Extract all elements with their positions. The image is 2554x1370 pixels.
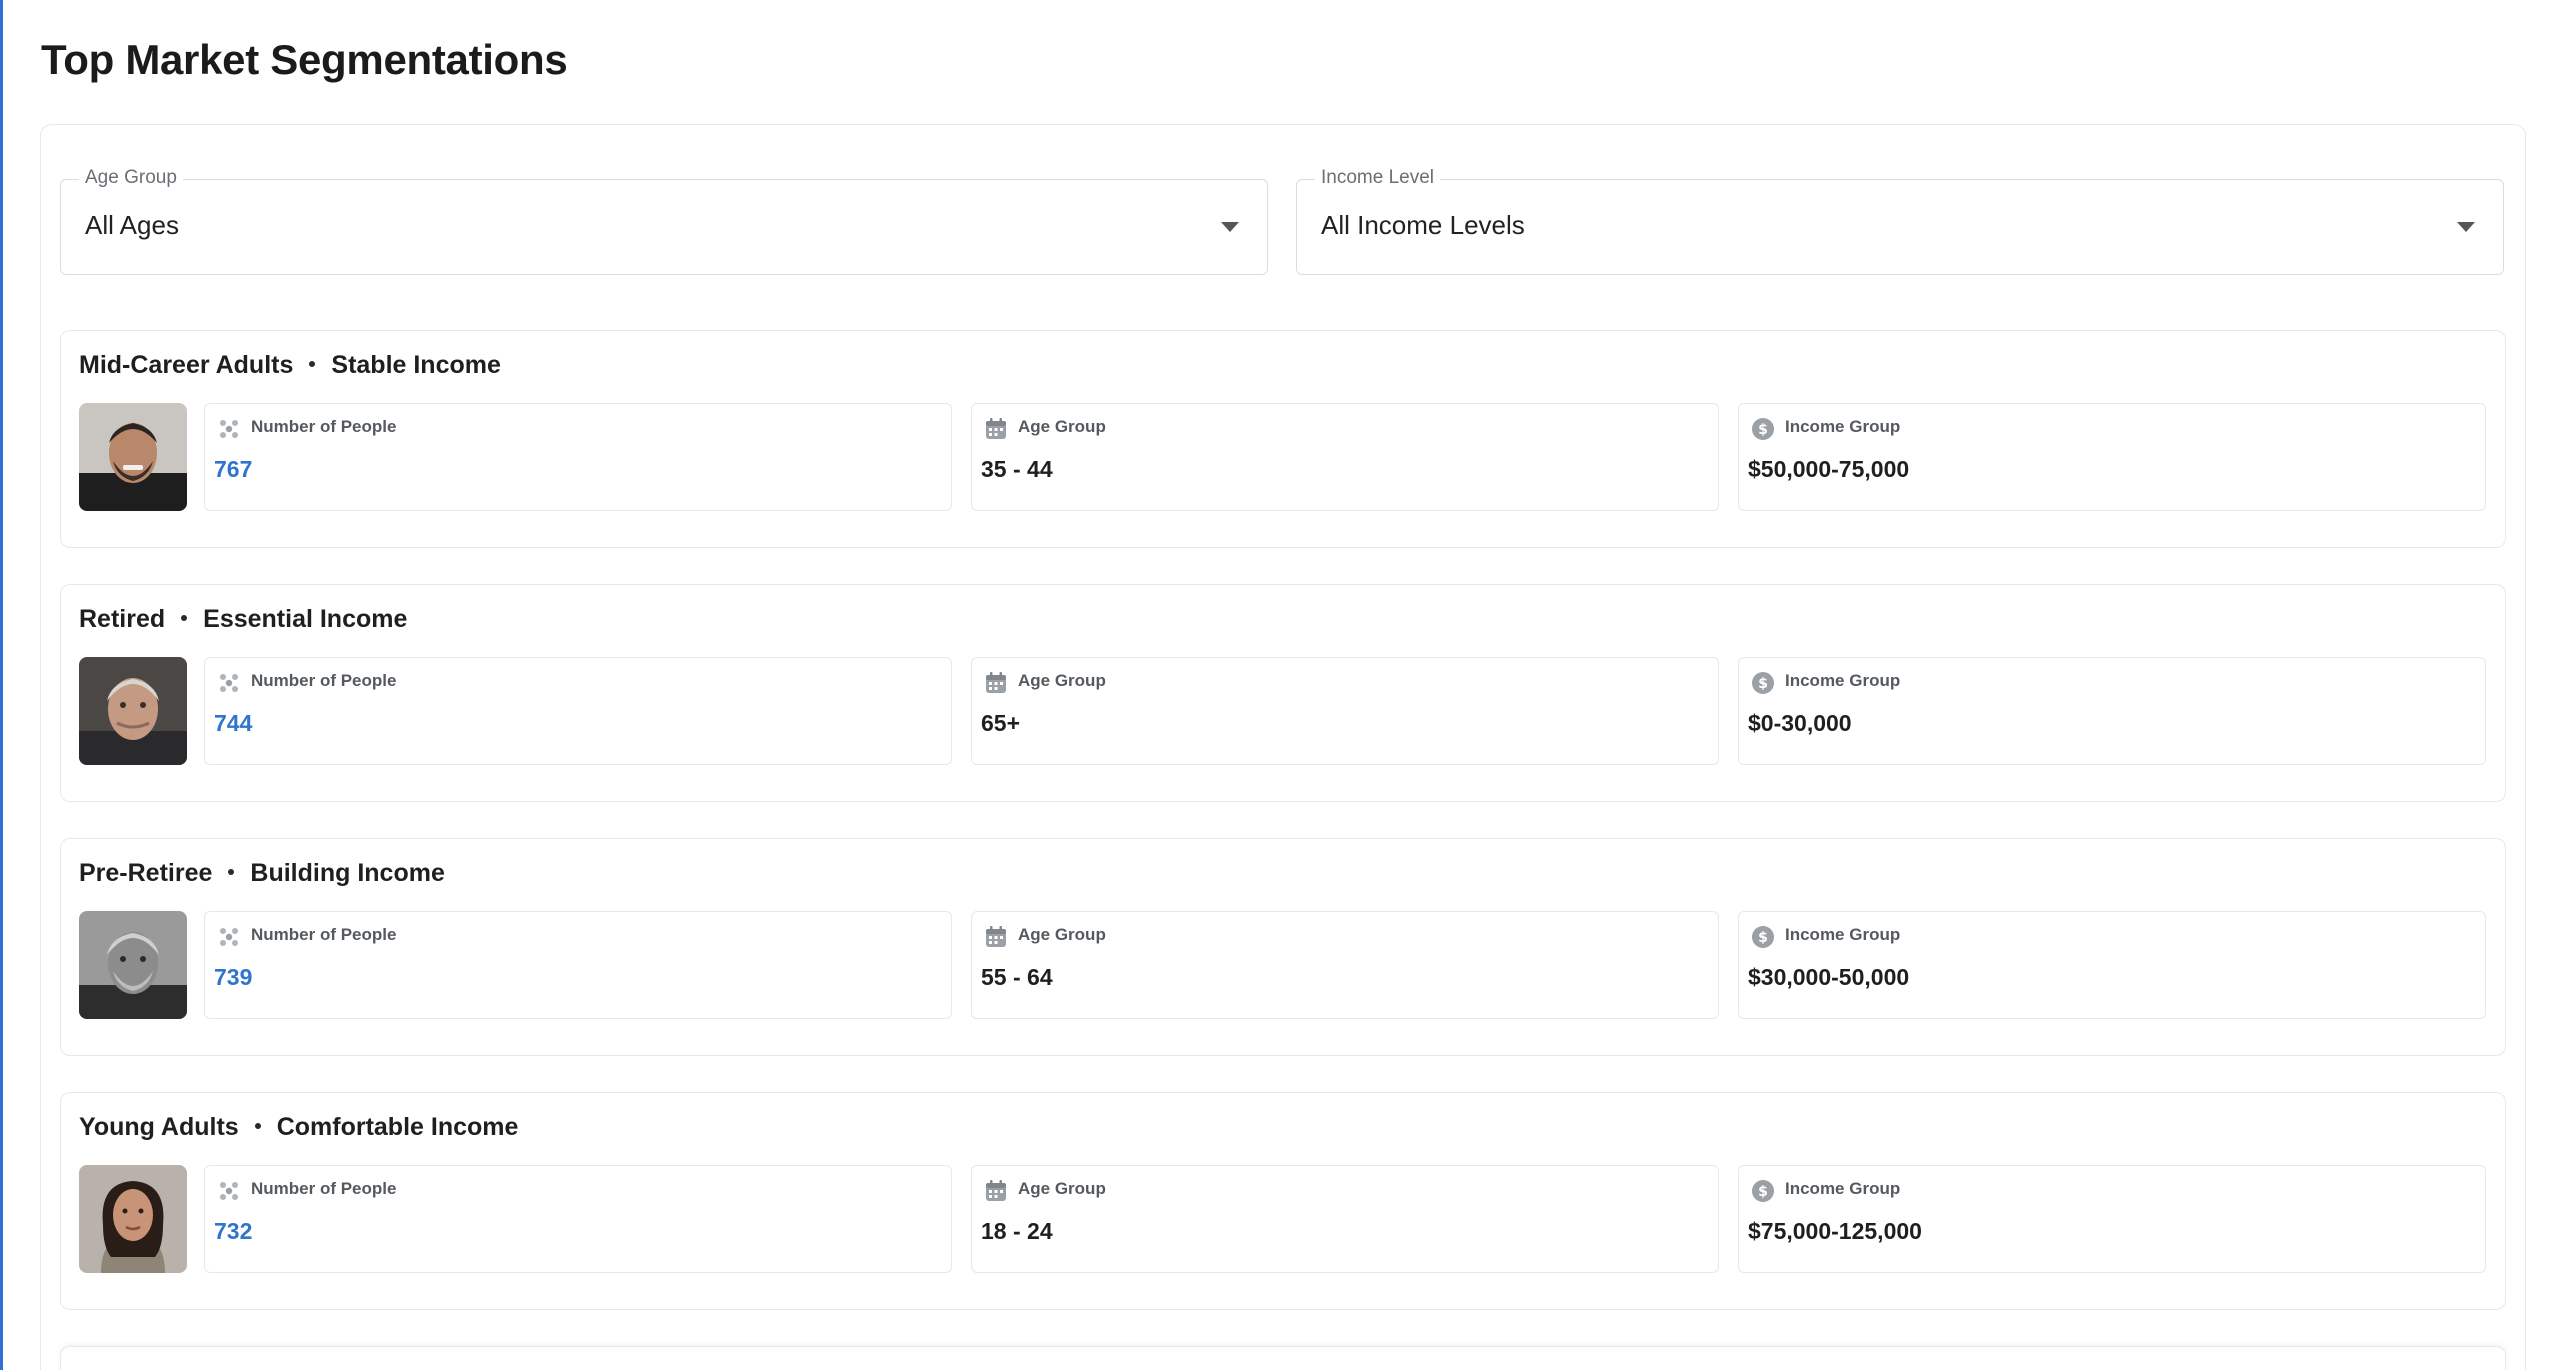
calendar-icon xyxy=(984,671,1008,695)
svg-text:$: $ xyxy=(1758,422,1768,438)
income-group-card: $ Income Group $50,000-75,000 xyxy=(1738,403,2486,511)
segment-income-name: Essential Income xyxy=(203,605,408,633)
segment-title: Young Adults Comfortable Income xyxy=(79,1113,518,1142)
income-level-select[interactable]: Income Level All Income Levels xyxy=(1296,167,2504,275)
segment-title: Mid-Career Adults Stable Income xyxy=(79,351,501,380)
caret-down-icon xyxy=(2457,222,2475,232)
income-group-value: $30,000-50,000 xyxy=(1748,964,1910,990)
segment-name: Retired xyxy=(79,605,166,633)
stat-label: Income Group xyxy=(1785,417,1901,436)
separator-dot xyxy=(309,361,316,368)
income-group-card: $ Income Group $75,000-125,000 xyxy=(1738,1165,2486,1273)
segment-title: Retired Essential Income xyxy=(79,605,407,634)
page: Top Market Segmentations Age Group All A… xyxy=(0,0,2554,1370)
caret-down-icon xyxy=(1221,222,1239,232)
income-group-card: $ Income Group $0-30,000 xyxy=(1738,657,2486,765)
stat-label: Age Group xyxy=(1018,925,1106,944)
stat-label: Age Group xyxy=(1018,417,1106,436)
age-group-value: 55 - 64 xyxy=(981,964,1053,990)
stat-label: Number of People xyxy=(251,925,397,944)
segment-card-partial xyxy=(60,1346,2506,1370)
separator-dot xyxy=(181,615,188,622)
separator-dot xyxy=(228,869,235,876)
segment-card: Young Adults Comfortable Income Number of… xyxy=(60,1092,2506,1310)
dollar-circle-icon: $ xyxy=(1751,671,1775,695)
age-group-card: Age Group 55 - 64 xyxy=(971,911,1719,1019)
segment-name: Young Adults xyxy=(79,1113,239,1141)
age-group-value: 35 - 44 xyxy=(981,456,1053,482)
stat-label: Age Group xyxy=(1018,671,1106,690)
calendar-icon xyxy=(984,1179,1008,1203)
income-group-value: $75,000-125,000 xyxy=(1748,1218,1922,1244)
stat-label: Age Group xyxy=(1018,1179,1106,1198)
stat-label: Income Group xyxy=(1785,925,1901,944)
people-count-card: Number of People 744 xyxy=(204,657,952,765)
age-group-card: Age Group 18 - 24 xyxy=(971,1165,1719,1273)
dollar-circle-icon: $ xyxy=(1751,925,1775,949)
calendar-icon xyxy=(984,925,1008,949)
dollar-circle-icon: $ xyxy=(1751,417,1775,441)
avatar xyxy=(79,403,187,511)
avatar xyxy=(79,1165,187,1273)
age-group-select[interactable]: Age Group All Ages xyxy=(60,167,1268,275)
people-group-icon xyxy=(217,925,241,949)
age-group-card: Age Group 35 - 44 xyxy=(971,403,1719,511)
dollar-circle-icon: $ xyxy=(1751,1179,1775,1203)
segment-income-name: Building Income xyxy=(250,859,445,887)
segment-card: Retired Essential Income Number of People… xyxy=(60,584,2506,802)
people-count-card: Number of People 732 xyxy=(204,1165,952,1273)
people-group-icon xyxy=(217,417,241,441)
segment-card: Pre-Retiree Building Income Number of Peo… xyxy=(60,838,2506,1056)
age-group-card: Age Group 65+ xyxy=(971,657,1719,765)
calendar-icon xyxy=(984,417,1008,441)
people-count-link[interactable]: 732 xyxy=(214,1218,252,1245)
people-count-card: Number of People 767 xyxy=(204,403,952,511)
age-group-value: 18 - 24 xyxy=(981,1218,1053,1244)
stat-label: Income Group xyxy=(1785,1179,1901,1198)
income-group-value: $0-30,000 xyxy=(1748,710,1852,736)
segment-name: Pre-Retiree xyxy=(79,859,213,887)
svg-text:$: $ xyxy=(1758,930,1768,946)
separator-dot xyxy=(254,1123,261,1130)
stat-label: Number of People xyxy=(251,417,397,436)
income-level-select-label: Income Level xyxy=(1315,167,1441,189)
stat-label: Income Group xyxy=(1785,671,1901,690)
age-group-value: 65+ xyxy=(981,710,1021,736)
income-level-select-value: All Income Levels xyxy=(1321,210,1525,240)
people-count-link[interactable]: 767 xyxy=(214,456,252,483)
income-group-value: $50,000-75,000 xyxy=(1748,456,1910,482)
svg-text:$: $ xyxy=(1758,676,1768,692)
segment-title: Pre-Retiree Building Income xyxy=(79,859,445,888)
segment-income-name: Stable Income xyxy=(331,351,501,379)
stat-label: Number of People xyxy=(251,1179,397,1198)
avatar xyxy=(79,911,187,1019)
age-group-select-label: Age Group xyxy=(79,167,183,189)
svg-text:$: $ xyxy=(1758,1184,1768,1200)
people-count-link[interactable]: 739 xyxy=(214,964,252,991)
people-group-icon xyxy=(217,671,241,695)
income-group-card: $ Income Group $30,000-50,000 xyxy=(1738,911,2486,1019)
people-count-link[interactable]: 744 xyxy=(214,710,252,737)
stat-label: Number of People xyxy=(251,671,397,690)
segment-card: Mid-Career Adults Stable Income Number of… xyxy=(60,330,2506,548)
avatar xyxy=(79,657,187,765)
people-count-card: Number of People 739 xyxy=(204,911,952,1019)
filter-bar: Age Group All Ages Income Level All Inco… xyxy=(60,167,2506,275)
age-group-select-value: All Ages xyxy=(85,210,179,240)
segment-name: Mid-Career Adults xyxy=(79,351,294,379)
page-title: Top Market Segmentations xyxy=(41,36,568,83)
segment-income-name: Comfortable Income xyxy=(276,1113,519,1141)
people-group-icon xyxy=(217,1179,241,1203)
segmentation-panel: Age Group All Ages Income Level All Inco… xyxy=(40,124,2526,1370)
